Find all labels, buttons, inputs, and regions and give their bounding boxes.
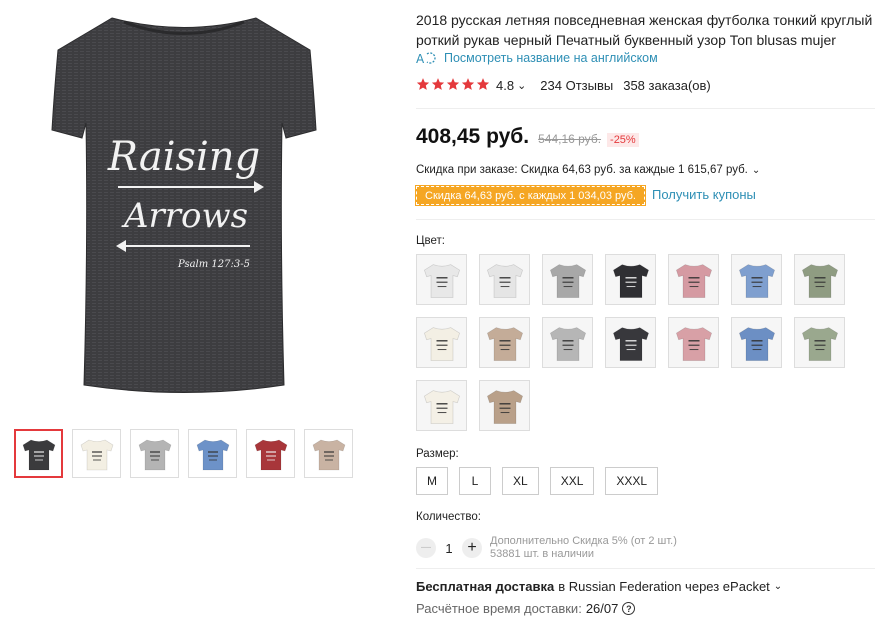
color-option[interactable] — [605, 254, 656, 305]
quantity-input[interactable]: 1 — [436, 541, 462, 556]
chevron-down-icon: ⌄ — [773, 581, 783, 592]
rating-stars — [416, 77, 490, 94]
main-product-image[interactable]: Raising Arrows Psalm 127:3-5 — [14, 5, 354, 403]
quantity-plus-button[interactable]: + — [462, 538, 482, 558]
delivery-date: 26/07 — [585, 601, 619, 616]
color-option[interactable] — [479, 254, 530, 305]
quantity-note: Дополнительно Скидка 5% (от 2 шт.) 53881… — [490, 535, 677, 561]
product-title-line1: 2018 русская летняя повседневная женская… — [416, 12, 875, 28]
shipping-info[interactable]: Бесплатная доставка в Russian Federation… — [416, 579, 782, 594]
color-option[interactable] — [668, 317, 719, 368]
delivery-label: Расчётное время доставки: — [416, 601, 582, 616]
size-options: M L XL XXL XXXL — [416, 467, 659, 495]
reviews-link[interactable]: 234 Отзывы — [540, 78, 613, 93]
get-coupons-link[interactable]: Получить купоны — [652, 187, 756, 202]
color-option[interactable] — [542, 254, 593, 305]
size-option[interactable]: M — [416, 467, 448, 495]
size-option[interactable]: L — [459, 467, 491, 495]
color-option[interactable] — [605, 317, 656, 368]
print-verse: Psalm 127:3-5 — [177, 259, 250, 270]
color-option[interactable] — [479, 380, 530, 431]
bulk-discount-text: Дополнительно Скидка 5% (от 2 шт.) — [490, 535, 677, 547]
star-icon — [431, 77, 445, 94]
thumbnail[interactable] — [188, 429, 237, 478]
orders-count: 358 заказа(ов) — [623, 78, 711, 93]
chevron-down-icon: ⌄ — [751, 164, 761, 176]
divider — [416, 568, 875, 569]
color-option[interactable] — [479, 317, 530, 368]
quantity-label: Количество: — [416, 511, 481, 523]
thumbnail[interactable] — [246, 429, 295, 478]
product-title: 2018 русская летняя повседневная женская… — [416, 10, 875, 50]
size-option[interactable]: XXL — [549, 467, 595, 495]
color-option[interactable] — [416, 317, 467, 368]
color-option[interactable] — [542, 317, 593, 368]
product-title-line2: роткий рукав черный Печатный буквенный у… — [416, 32, 836, 48]
divider — [416, 108, 875, 109]
translate-link[interactable]: A Посмотреть название на английском — [416, 51, 658, 65]
delivery-estimate: Расчётное время доставки: 26/07 ? — [416, 601, 636, 616]
shipping-method: в Russian Federation через ePacket — [558, 579, 770, 594]
discount-badge: -25% — [607, 133, 639, 147]
star-icon — [446, 77, 460, 94]
tshirt-image: Raising Arrows Psalm 127:3-5 — [51, 17, 317, 393]
free-shipping-label: Бесплатная доставка — [416, 579, 555, 594]
svg-text:A: A — [416, 52, 425, 65]
old-price: 544,16 руб. — [538, 132, 602, 146]
quantity-minus-button[interactable]: — — [416, 538, 436, 558]
quantity-stepper: — 1 + Дополнительно Скидка 5% (от 2 шт.)… — [416, 535, 677, 561]
size-option[interactable]: XXXL — [605, 467, 659, 495]
color-label: Цвет: — [416, 235, 445, 247]
color-option[interactable] — [668, 254, 719, 305]
thumbnail[interactable] — [130, 429, 179, 478]
print-line1: Raising — [107, 134, 260, 180]
current-price: 408,45 руб. — [416, 125, 530, 148]
thumbnail[interactable] — [304, 429, 353, 478]
star-icon — [461, 77, 475, 94]
rating-row: 4.8 ⌄ 234 Отзывы 358 заказа(ов) — [416, 77, 711, 94]
rating-score: 4.8 — [496, 78, 515, 93]
thumbnail[interactable] — [72, 429, 121, 478]
color-option[interactable] — [416, 380, 467, 431]
size-label: Размер: — [416, 448, 459, 460]
star-icon — [476, 77, 490, 94]
color-option[interactable] — [416, 254, 467, 305]
color-options — [416, 254, 856, 431]
star-icon — [416, 77, 430, 94]
order-discount[interactable]: Скидка при заказе: Скидка 64,63 руб. за … — [416, 164, 760, 176]
size-option[interactable]: XL — [502, 467, 539, 495]
price-block: 408,45 руб. 544,16 руб. -25% — [416, 125, 639, 149]
thumbnail-strip — [14, 429, 353, 478]
print-line2: Arrows — [121, 196, 248, 236]
help-icon[interactable]: ? — [622, 602, 636, 615]
order-discount-text: Скидка при заказе: Скидка 64,63 руб. за … — [416, 164, 748, 176]
color-option[interactable] — [794, 317, 845, 368]
translate-link-label: Посмотреть название на английском — [444, 51, 658, 65]
chevron-down-icon[interactable]: ⌄ — [517, 79, 526, 92]
stock-text: 53881 шт. в наличии — [490, 548, 595, 560]
divider — [416, 219, 875, 220]
color-option[interactable] — [731, 317, 782, 368]
color-option[interactable] — [731, 254, 782, 305]
color-option[interactable] — [794, 254, 845, 305]
thumbnail[interactable] — [14, 429, 63, 478]
coupon-tag: Скидка 64,63 руб. с каждых 1 034,03 руб. — [415, 185, 646, 206]
translate-icon: A — [416, 52, 436, 65]
